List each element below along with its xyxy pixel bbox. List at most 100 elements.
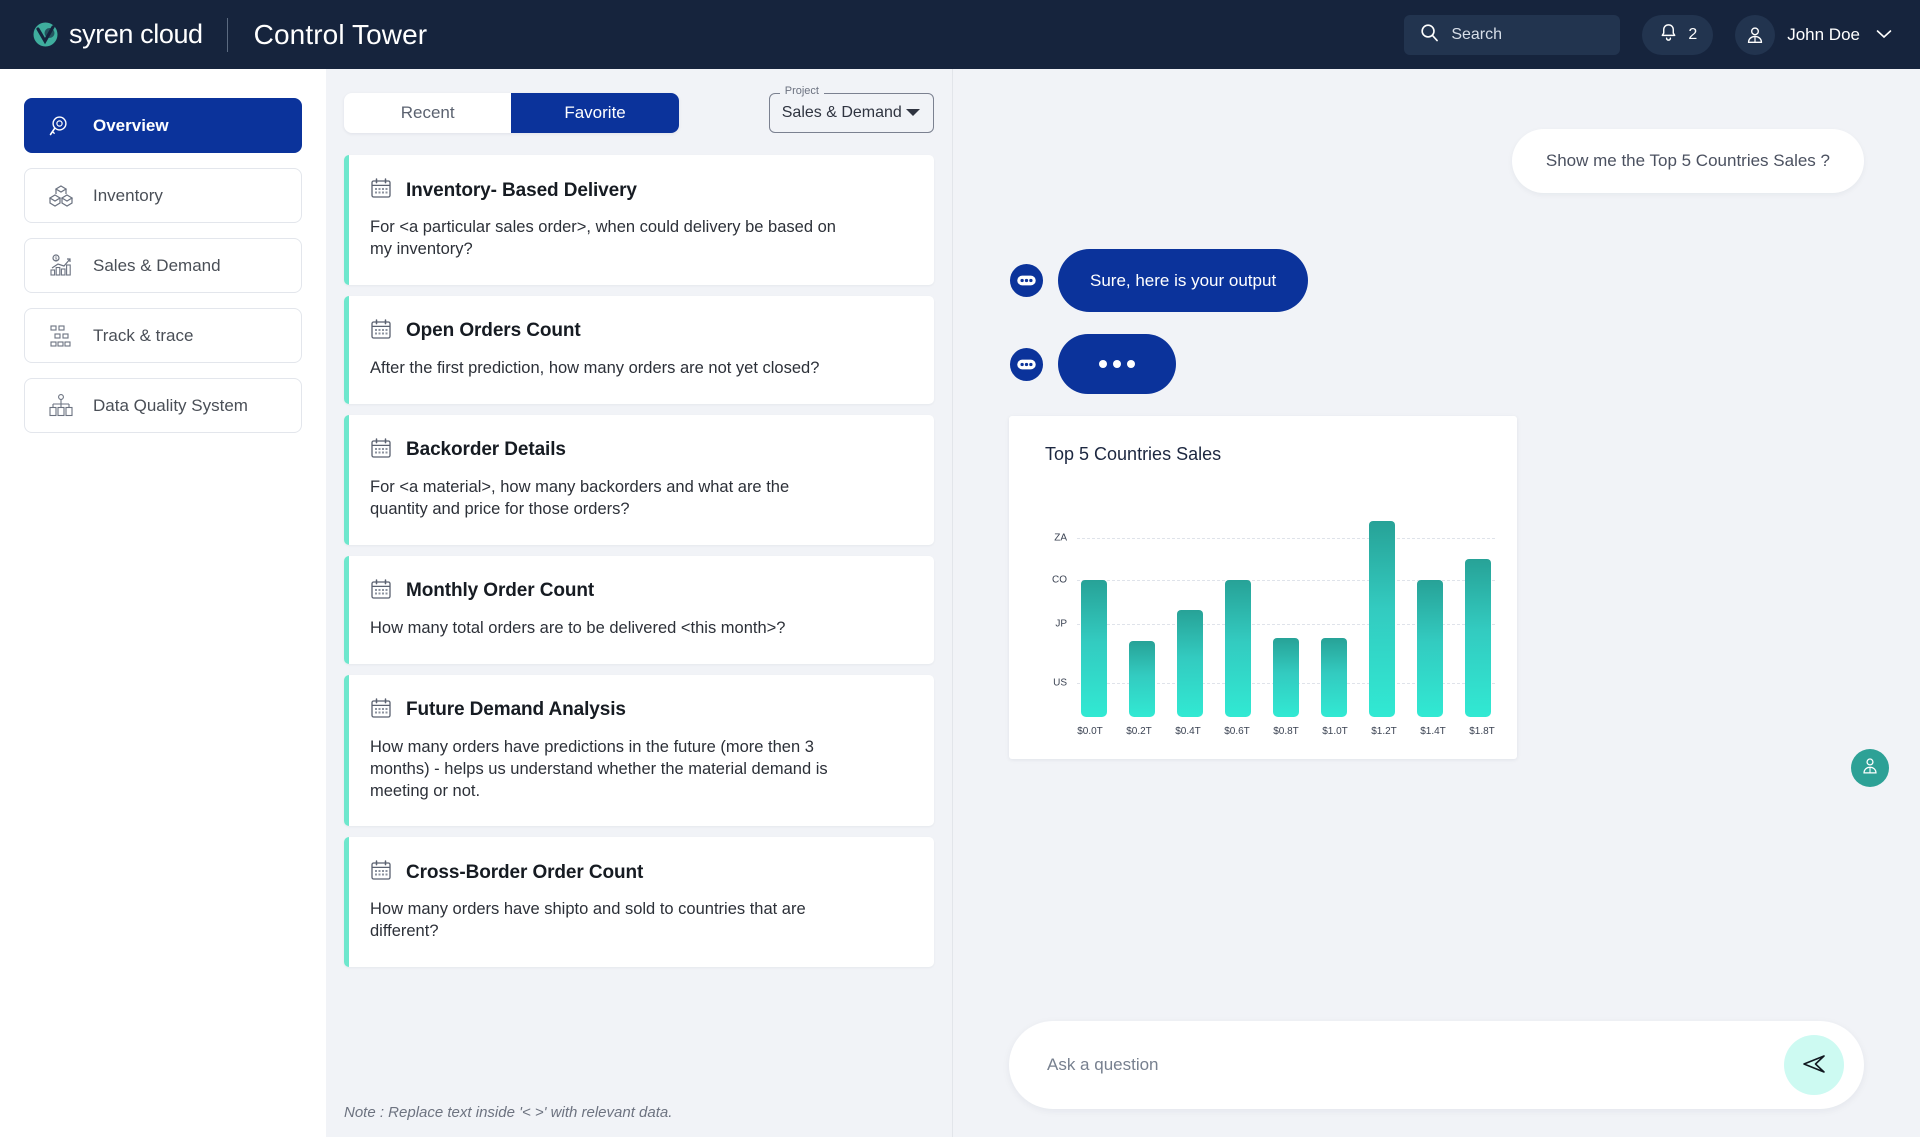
chart-bar[interactable] [1225,579,1251,717]
chart-bar-slot [1273,497,1299,717]
calendar-icon [370,578,392,605]
chart-bar-slot [1177,497,1203,717]
suggestion-card-header: Backorder Details [370,437,908,464]
sidebar-item-label: Data Quality System [93,395,248,415]
calendar-icon [370,859,392,886]
chart-y-axis: US JP CO ZA [1031,497,1077,717]
chevron-down-icon[interactable] [905,104,921,122]
tab-recent[interactable]: Recent [344,93,511,133]
send-button[interactable] [1784,1035,1844,1095]
sidebar-item-track-trace[interactable]: Track & trace [24,308,302,363]
chat-bubble-dots-icon [1009,347,1044,382]
app-root: syren cloud Control Tower Search 2 John … [0,0,1920,1137]
bar-chart-dollar-icon: $ [47,252,75,280]
composer-box [1009,1021,1864,1109]
sidebar-item-label: Overview [93,115,169,135]
chart-x-tick: $0.6T [1224,726,1250,737]
chart-bar[interactable] [1417,579,1443,717]
sidebar-item-data-quality-system[interactable]: Data Quality System [24,378,302,433]
bot-message-bubble: Sure, here is your output [1058,249,1309,312]
calendar-icon [370,177,392,204]
chat-composer [953,1021,1920,1137]
chart-x-tick: $1.0T [1322,726,1348,737]
magnifier-overview-icon [47,112,75,140]
suggestion-card-description: How many total orders are to be delivere… [370,618,786,637]
sidebar-item-overview[interactable]: Overview [24,98,302,153]
chart-bar[interactable] [1177,610,1203,717]
syren-logo-icon [32,21,59,48]
tab-favorite[interactable]: Favorite [511,93,679,133]
send-paper-plane-icon [1800,1050,1828,1081]
chart-x-tick: $1.4T [1420,726,1446,737]
sidebar-item-label: Track & trace [93,325,194,345]
chevron-down-icon[interactable] [1876,26,1892,44]
chart-bar[interactable] [1369,521,1395,717]
suggestion-card[interactable]: Monthly Order Count How many total orders… [344,555,934,664]
suggestion-card[interactable]: Future Demand Analysis How many orders ha… [344,674,934,827]
chart-title: Top 5 Countries Sales [1045,444,1222,464]
suggestions-panel: Recent Favorite Project Sales & Demand In… [326,69,953,1137]
suggestion-card-title: Inventory- Based Delivery [406,179,637,201]
project-select[interactable]: Project Sales & Demand [768,85,934,133]
hierarchy-icon [47,392,75,420]
suggestion-card-title: Backorder Details [406,439,566,461]
chart-x-axis: $0.0T $0.2T $0.4T $0.6T $0.8T $1.0T $1.2T $1.4T… [1077,717,1495,737]
chart-y-tick: ZA [1054,532,1067,544]
suggestion-card-description: How many orders have predictions in the … [370,737,828,800]
notifications-button[interactable]: 2 [1642,14,1714,55]
chat-message-bot-typing [1009,334,1864,394]
svg-text:$: $ [55,256,58,262]
chart-x-tick: $0.4T [1175,726,1201,737]
suggestion-card-header: Open Orders Count [370,318,908,345]
suggestion-card[interactable]: Inventory- Based Delivery For <a particul… [344,155,934,285]
chart-card: Top 5 Countries Sales US JP CO ZA $0.0T $0.2… [1009,416,1517,759]
chart-bar-slot [1225,497,1251,717]
suggestion-card[interactable]: Backorder Details For <a material>, how m… [344,414,934,545]
suggestion-card[interactable]: Cross-Border Order Count How many orders … [344,837,934,968]
chart-x-tick: $1.8T [1469,726,1495,737]
chart-bars [1077,497,1495,717]
sidebar-item-label: Sales & Demand [93,255,221,275]
sidebar-item-inventory[interactable]: Inventory [24,168,302,223]
user-menu[interactable]: John Doe [1735,14,1892,55]
header-divider [226,17,228,52]
suggestion-card-description: After the first prediction, how many ord… [370,358,820,377]
chart-bar-slot [1321,497,1347,717]
suggestion-card-header: Future Demand Analysis [370,697,908,724]
search-input[interactable]: Search [1404,14,1621,55]
chat-panel: Show me the Top 5 Countries Sales ? Sure… [953,69,1920,1137]
notification-count: 2 [1688,25,1698,43]
chart-bar[interactable] [1273,637,1299,717]
suggestion-card-header: Monthly Order Count [370,578,908,605]
chart-y-tick: CO [1052,574,1067,585]
app-body: Overview Inventory $ Sales & Demand Track & … [0,69,1920,1137]
suggestion-card[interactable]: Open Orders Count After the first predict… [344,295,934,404]
chart-bar-slot [1129,497,1155,717]
chart-bar[interactable] [1465,558,1491,717]
chart-bar[interactable] [1081,579,1107,717]
chart-bar-slot [1081,497,1107,717]
question-input[interactable] [1047,1055,1784,1075]
chart-plot: US JP CO ZA [1031,497,1495,717]
chart-x-tick: $0.8T [1273,726,1299,737]
chart-plot-area [1077,497,1495,717]
brand[interactable]: syren cloud [32,19,203,50]
search-placeholder: Search [1451,25,1503,43]
chart-bar[interactable] [1129,641,1155,717]
chart-x-tick: $1.2T [1371,726,1397,737]
brand-text: syren cloud [69,19,203,49]
chart-y-tick: US [1053,677,1067,689]
chart-bar-slot [1369,497,1395,717]
chat-message-bot: Sure, here is your output [1009,249,1864,312]
suggestion-card-description: For <a particular sales order>, when cou… [370,218,836,258]
chat-messages: Show me the Top 5 Countries Sales ? Sure… [953,69,1920,1021]
support-agent-button[interactable] [1851,749,1889,787]
chat-bubble-dots-icon [1009,263,1044,298]
chart-x-tick: $0.2T [1126,726,1152,737]
sidebar-item-sales-demand[interactable]: $ Sales & Demand [24,238,302,293]
chart-bar[interactable] [1321,637,1347,717]
bell-icon [1658,22,1679,48]
page-title: Control Tower [253,18,428,50]
project-select-label: Project [779,85,824,97]
boxes-icon [47,182,75,210]
